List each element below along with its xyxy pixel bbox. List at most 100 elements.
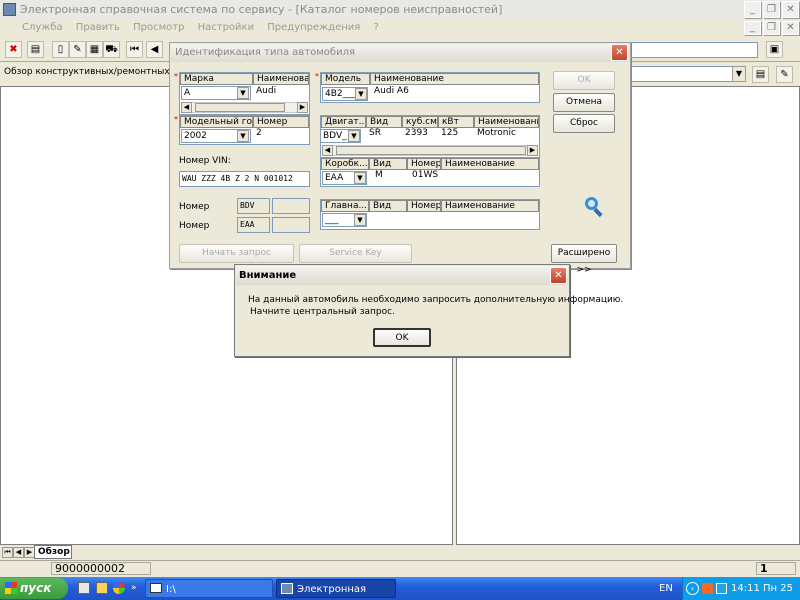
engine-header-kind: Вид bbox=[366, 116, 402, 128]
tab-prev-icon[interactable]: ◀ bbox=[13, 547, 24, 558]
cancel-button[interactable]: Отмена bbox=[553, 93, 615, 112]
doc-restore-button[interactable]: ❐ bbox=[763, 21, 780, 35]
start-request-button[interactable]: Начать запрос bbox=[179, 244, 294, 263]
calculator-icon[interactable]: ▦ bbox=[86, 41, 103, 58]
brand-dropdown-arrow-icon[interactable]: ▼ bbox=[237, 87, 249, 99]
task-elsa[interactable]: Электронная справ... bbox=[276, 579, 396, 598]
maximize-button[interactable]: ❐ bbox=[763, 1, 780, 18]
new-document-icon[interactable]: ▯ bbox=[52, 41, 69, 58]
gearbox-number: 01WS bbox=[412, 170, 439, 180]
menu-settings[interactable]: Настройки bbox=[198, 22, 254, 33]
tray-expand-icon[interactable]: ‹ bbox=[686, 582, 699, 595]
warning-message-line2: Начните центральный запрос. bbox=[250, 307, 395, 317]
warning-close-icon[interactable]: ✕ bbox=[550, 267, 567, 284]
menu-help[interactable]: ? bbox=[374, 22, 379, 33]
quicklaunch-desktop-icon[interactable] bbox=[78, 582, 90, 594]
start-label: пуск bbox=[20, 581, 52, 595]
brand-header-name: Наименование bbox=[253, 73, 309, 85]
model-header-code: Модель bbox=[321, 73, 370, 85]
engine-kw: 125 bbox=[441, 128, 459, 138]
app-icon bbox=[3, 3, 16, 16]
gearbox-header-code: Коробк... bbox=[321, 158, 369, 170]
final-drive-header-name: Наименование bbox=[441, 200, 539, 212]
minimize-button[interactable]: _ bbox=[744, 1, 761, 18]
brand-header-code: Марка bbox=[180, 73, 253, 85]
menu-view[interactable]: Просмотр bbox=[133, 22, 184, 33]
year-header-number: Номер bbox=[253, 116, 309, 128]
elsa-task-icon bbox=[281, 583, 293, 594]
task-explorer[interactable]: I:\ bbox=[145, 579, 273, 598]
brand-scroll-thumb[interactable] bbox=[195, 103, 285, 112]
group-combo-arrow-icon[interactable]: ▼ bbox=[732, 66, 746, 82]
model-name: Audi A6 bbox=[374, 86, 409, 96]
required-marker-icon: * bbox=[174, 115, 178, 124]
drive-icon bbox=[150, 583, 162, 593]
vehicle-id-close-icon[interactable]: ✕ bbox=[611, 44, 628, 61]
vin-input[interactable]: WAU ZZZ 4B Z 2 N 001012 bbox=[179, 171, 310, 187]
year-dropdown-arrow-icon[interactable]: ▼ bbox=[237, 130, 249, 142]
menubar: Служба Править Просмотр Настройки Предуп… bbox=[0, 19, 800, 36]
final-drive-header-kind: Вид bbox=[369, 200, 407, 212]
overview-label: Обзор конструктивных/ремонтных груп bbox=[4, 67, 195, 77]
reset-button[interactable]: Сброс bbox=[553, 114, 615, 133]
toolbar-search-input[interactable] bbox=[628, 42, 758, 58]
previous-record-icon[interactable]: ◀ bbox=[146, 41, 163, 58]
gearbox-number-field[interactable] bbox=[272, 217, 310, 233]
menu-edit[interactable]: Править bbox=[76, 22, 120, 33]
brand-scroll-left-icon[interactable]: ◀ bbox=[181, 102, 192, 113]
exit-icon[interactable]: ✖ bbox=[5, 41, 22, 58]
engine-dropdown-arrow-icon[interactable]: ▼ bbox=[348, 130, 360, 142]
model-dropdown-arrow-icon[interactable]: ▼ bbox=[355, 88, 367, 100]
zoom-tool-icon[interactable]: ✎ bbox=[776, 66, 793, 83]
tray-network-icon[interactable] bbox=[716, 583, 727, 594]
required-marker-icon: * bbox=[174, 72, 178, 81]
gearbox-kind: M bbox=[375, 170, 383, 180]
group-combo[interactable] bbox=[630, 66, 745, 82]
first-record-icon[interactable]: ⏮ bbox=[126, 41, 143, 58]
clock: 14:11 Пн 25 bbox=[731, 583, 793, 594]
tab-first-icon[interactable]: ⏮ bbox=[2, 547, 13, 558]
task-elsa-label: Электронная справ... bbox=[297, 584, 367, 595]
app-title: Электронная справочная система по сервис… bbox=[20, 3, 503, 16]
engine-scroll-left-icon[interactable]: ◀ bbox=[322, 145, 333, 156]
gearbox-code-field: EAA bbox=[237, 217, 270, 233]
service-key-button[interactable]: Service Key bbox=[299, 244, 412, 263]
toolbar-settings-icon[interactable]: ▣ bbox=[766, 41, 783, 58]
gearbox-number-label: Номер bbox=[179, 221, 210, 231]
engine-header-name: Наименование bbox=[474, 116, 539, 128]
language-indicator[interactable]: EN bbox=[659, 583, 673, 594]
year-number: 2 bbox=[256, 128, 262, 138]
extended-button[interactable]: Расширено >> bbox=[551, 244, 617, 275]
required-marker-icon: * bbox=[315, 72, 319, 81]
tab-overview[interactable]: Обзор bbox=[34, 545, 72, 559]
ok-button[interactable]: OK bbox=[553, 71, 615, 90]
warning-ok-button[interactable]: OK bbox=[373, 328, 431, 347]
engine-scroll-right-icon[interactable]: ▶ bbox=[527, 145, 538, 156]
print-preview-icon[interactable]: ▤ bbox=[752, 66, 769, 83]
menu-warnings[interactable]: Предупреждения bbox=[267, 22, 360, 33]
doc-minimize-button[interactable]: _ bbox=[744, 21, 761, 35]
warning-dialog-title: Внимание bbox=[236, 266, 568, 285]
edit-document-icon[interactable]: ✎ bbox=[69, 41, 86, 58]
brand-name: Audi bbox=[256, 86, 277, 96]
windows-logo-icon bbox=[5, 582, 17, 594]
car-icon[interactable]: ⛟ bbox=[103, 41, 120, 58]
print-icon[interactable]: ▤ bbox=[27, 41, 44, 58]
menu-service[interactable]: Служба bbox=[22, 22, 63, 33]
gearbox-header-kind: Вид bbox=[369, 158, 407, 170]
tray-antivirus-icon[interactable] bbox=[702, 583, 713, 594]
brand-scroll-right-icon[interactable]: ▶ bbox=[297, 102, 308, 113]
doc-close-button[interactable]: ✕ bbox=[782, 21, 799, 35]
final-drive-header-code: Главна... bbox=[321, 200, 369, 212]
engine-kind: SR bbox=[369, 128, 381, 138]
gearbox-dropdown-arrow-icon[interactable]: ▼ bbox=[354, 172, 366, 184]
engine-number-field[interactable] bbox=[272, 198, 310, 214]
quicklaunch-media-icon[interactable] bbox=[113, 582, 125, 594]
engine-scroll-thumb[interactable] bbox=[336, 146, 526, 155]
final-drive-dropdown-arrow-icon[interactable]: ▼ bbox=[354, 214, 366, 226]
quicklaunch-expand-icon[interactable]: » bbox=[131, 583, 137, 593]
close-button[interactable]: ✕ bbox=[782, 1, 799, 18]
quicklaunch-folder-icon[interactable] bbox=[96, 582, 108, 594]
engine-header-cc: куб.см bbox=[402, 116, 438, 128]
vehicle-id-dialog-title: Идентификация типа автомобиля bbox=[171, 44, 629, 62]
